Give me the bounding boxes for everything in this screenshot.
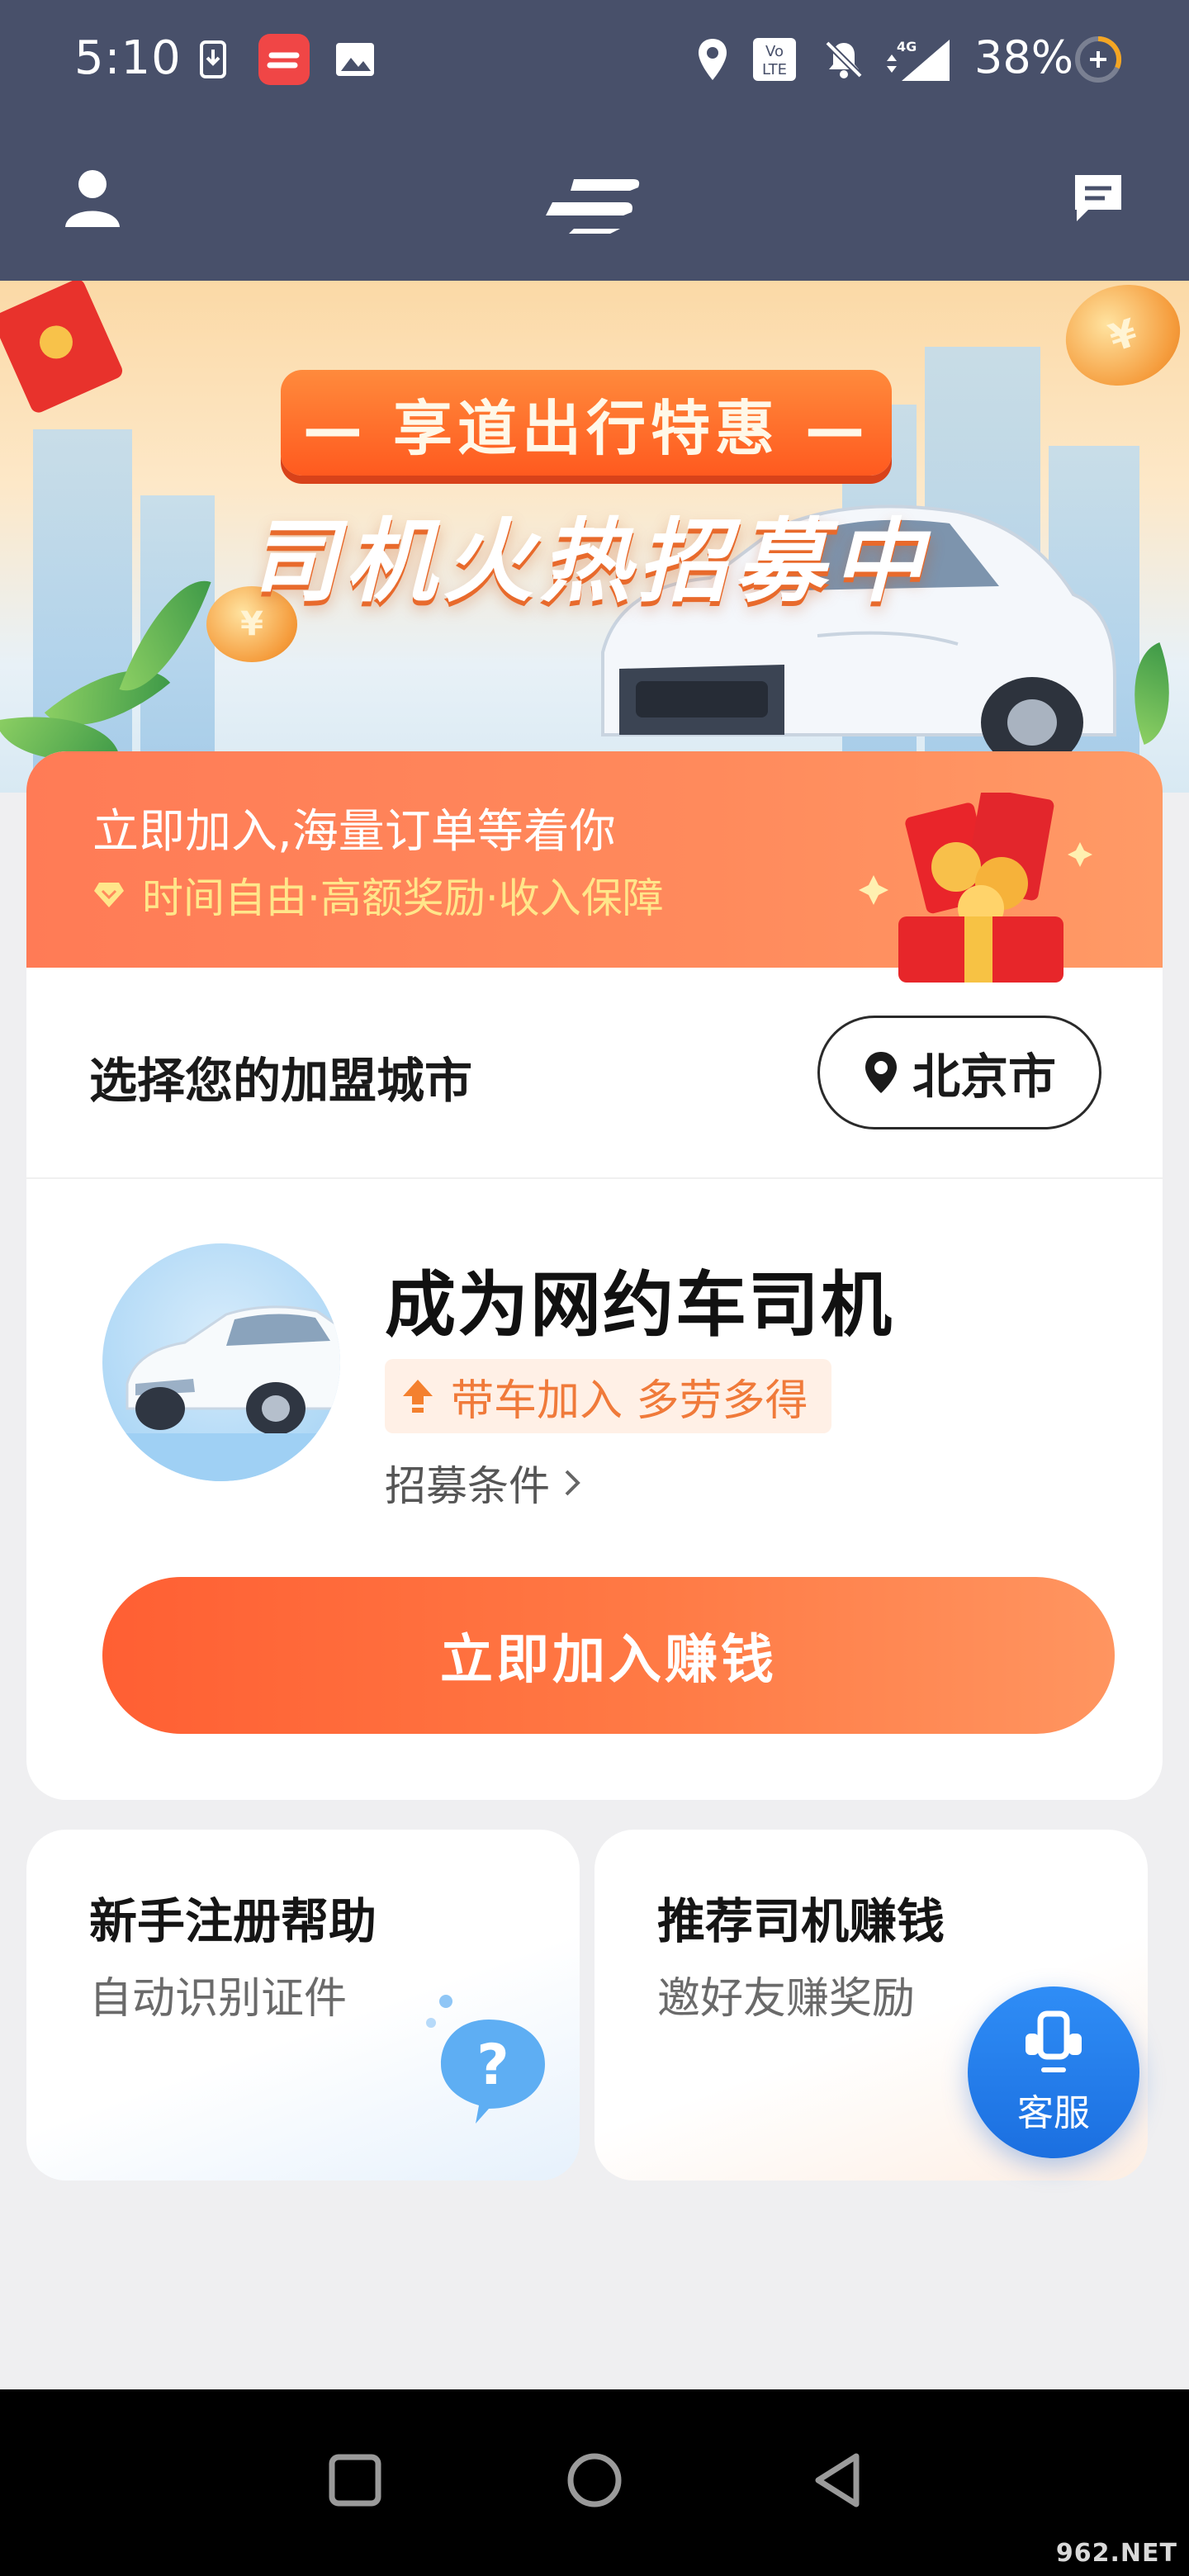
requirements-link-text: 招募条件 [385, 1462, 550, 1510]
app-header: 5:10 Vo LTE 4G 38% [0, 0, 1189, 281]
red-envelope-icon [0, 281, 126, 415]
join-now-button[interactable]: 立即加入赚钱 [102, 1577, 1115, 1734]
svg-text:LTE: LTE [762, 61, 787, 78]
app-notification-icon [258, 34, 310, 85]
square-icon [329, 2454, 381, 2507]
card-header: 立即加入,海量订单等着你 时间自由·高额奖励·收入保障 [26, 751, 1163, 983]
battery-percent: 38% [974, 31, 1074, 83]
volte-icon: Vo LTE [750, 35, 799, 84]
gallery-icon [332, 35, 378, 84]
circle-icon [567, 2453, 622, 2507]
registration-help-title: 新手注册帮助 [89, 1893, 377, 1949]
home-button[interactable] [561, 2447, 628, 2513]
back-button[interactable] [804, 2447, 870, 2513]
refer-driver-subtitle: 邀好友赚奖励 [657, 1974, 916, 2024]
recents-button[interactable] [322, 2447, 388, 2513]
location-pin-icon [865, 1052, 897, 1093]
requirements-link[interactable]: 招募条件 [385, 1453, 583, 1513]
registration-help-card[interactable]: 新手注册帮助 自动识别证件 ? [26, 1830, 580, 2181]
svg-text:?: ? [476, 2033, 509, 2098]
customer-service-button[interactable]: 客服 [968, 1986, 1139, 2158]
status-bar: 5:10 Vo LTE 4G 38% [0, 0, 1189, 116]
watermark: 962.NET [1055, 2539, 1177, 2568]
headset-icon [1026, 2010, 1082, 2072]
system-nav-bar: 962.NET [0, 2389, 1189, 2576]
signal-4g-icon: 4G [883, 35, 953, 84]
promo-banner[interactable]: ¥ ¥ — 享道出行特惠 — 司机火热招募中 [0, 281, 1189, 793]
refer-driver-title: 推荐司机赚钱 [657, 1893, 945, 1949]
driver-recruit-card: 立即加入,海量订单等着你 时间自由·高额奖励·收入保障 选择您的加盟城市 北京市 [26, 751, 1163, 1800]
diamond-icon [94, 883, 124, 907]
driver-tag-text: 带车加入 多劳多得 [451, 1376, 808, 1426]
registration-help-subtitle: 自动识别证件 [89, 1974, 348, 2024]
status-time: 5:10 [74, 31, 182, 85]
chevron-right-icon [565, 1470, 580, 1496]
app-logo-icon [540, 165, 651, 234]
banner-title: 司机火热招募中 [248, 509, 930, 614]
driver-title: 成为网约车司机 [385, 1264, 893, 1347]
gift-box-icon [859, 793, 1092, 983]
promo-ribbon: — 享道出行特惠 — [281, 370, 892, 476]
benefits-line: 时间自由·高额奖励·收入保障 [92, 865, 664, 925]
bell-muted-icon [821, 35, 867, 84]
download-icon [197, 35, 230, 84]
coin-icon: ¥ [1052, 281, 1189, 400]
triangle-back-icon [815, 2453, 860, 2507]
benefits-text: 时间自由·高额奖励·收入保障 [142, 874, 664, 922]
card-headline: 立即加入,海量订单等着你 [92, 805, 616, 859]
city-select-label: 选择您的加盟城市 [89, 1053, 473, 1109]
message-icon[interactable] [1065, 165, 1131, 231]
customer-service-label: 客服 [1017, 2092, 1090, 2134]
location-icon [692, 35, 733, 84]
svg-text:Vo: Vo [765, 43, 784, 60]
arrow-up-icon [403, 1380, 433, 1413]
join-now-label: 立即加入赚钱 [440, 1630, 777, 1691]
profile-icon[interactable] [59, 165, 126, 231]
battery-saver-icon [1073, 35, 1123, 84]
question-bubble-icon: ? [426, 1995, 545, 2124]
driver-tag: 带车加入 多劳多得 [385, 1359, 831, 1433]
city-select-button[interactable]: 北京市 [817, 1016, 1101, 1129]
driver-car-avatar [102, 1243, 340, 1481]
city-name: 北京市 [912, 1049, 1056, 1105]
svg-text:4G: 4G [897, 39, 917, 54]
promo-ribbon-text: — 享道出行特惠 — [302, 393, 870, 463]
city-select-row: 选择您的加盟城市 北京市 [26, 968, 1163, 1179]
